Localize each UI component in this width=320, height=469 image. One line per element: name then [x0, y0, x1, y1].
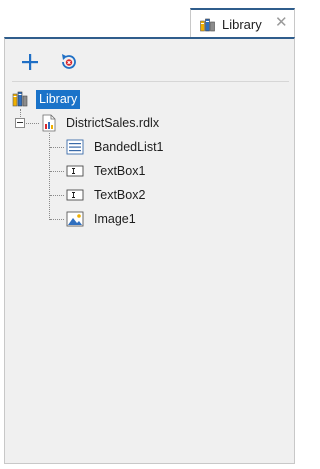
image-icon [66, 211, 84, 227]
textbox-icon [66, 189, 84, 201]
tab-library[interactable]: Library ✕ [190, 8, 295, 38]
plus-icon [22, 54, 38, 70]
tree-connector [50, 195, 64, 196]
library-icon [12, 91, 28, 107]
tab-title: Library [222, 17, 262, 32]
collapse-toggle[interactable] [15, 118, 25, 128]
tree-item-textbox2[interactable]: TextBox2 [94, 188, 145, 202]
library-icon [200, 18, 215, 32]
close-icon[interactable]: ✕ [275, 15, 288, 31]
library-window: Library ✕ Library DistrictSales.rdlx Ban… [0, 0, 299, 469]
refresh-remove-icon [62, 54, 76, 69]
tree-connector [50, 171, 64, 172]
tree-connector [50, 147, 64, 148]
textbox-icon [66, 165, 84, 177]
add-button[interactable] [19, 51, 41, 73]
tree-item-textbox1[interactable]: TextBox1 [94, 164, 145, 178]
banded-list-icon [66, 139, 84, 155]
library-panel: Library DistrictSales.rdlx BandedList1 T… [4, 37, 295, 464]
tree-root-library[interactable]: Library [36, 90, 81, 109]
tree-item-districtsales[interactable]: DistrictSales.rdlx [66, 116, 159, 130]
tree-item-bandedlist1[interactable]: BandedList1 [94, 140, 164, 154]
refresh-button[interactable] [58, 51, 80, 73]
tree-item-image1[interactable]: Image1 [94, 212, 136, 226]
tree-connector [26, 123, 39, 124]
report-file-icon [42, 114, 56, 132]
toolbar-divider [12, 81, 289, 82]
tree-connector [50, 219, 64, 220]
